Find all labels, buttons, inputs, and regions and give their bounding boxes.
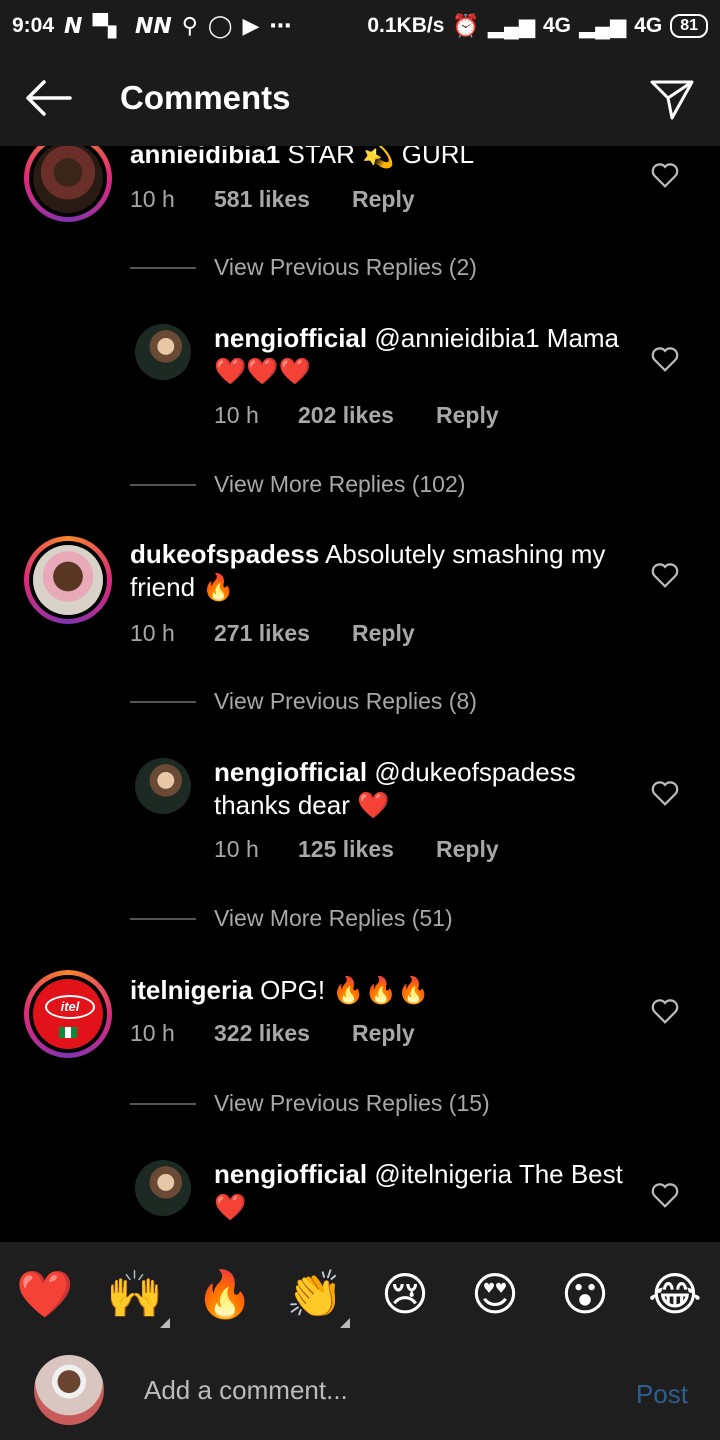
- comment-username[interactable]: itelnigeria: [130, 975, 253, 1005]
- avatar[interactable]: [135, 324, 191, 380]
- heart-eyes-emoji-button[interactable]: 😍: [465, 1264, 525, 1324]
- user-avatar: [34, 1355, 104, 1425]
- send-icon[interactable]: [648, 74, 696, 122]
- comment-text: annieidibia1 STAR 💫 GURL: [130, 146, 630, 171]
- like-count[interactable]: 202 likes: [298, 402, 436, 429]
- signal-icon: ▂▄▆: [487, 14, 535, 38]
- view-previous-replies[interactable]: View Previous Replies (15): [130, 1090, 490, 1117]
- fire-emoji-button[interactable]: 🔥: [195, 1264, 255, 1324]
- heart-icon[interactable]: [650, 160, 680, 190]
- like-count[interactable]: 125 likes: [298, 836, 436, 863]
- whatsapp-icon: ◯: [207, 13, 233, 38]
- avatar[interactable]: [135, 1160, 191, 1216]
- skin-tone-indicator: [340, 1318, 350, 1328]
- heart-icon[interactable]: [650, 996, 680, 1026]
- reply-text: nengiofficial @annieidibia1 Mama ❤️❤️❤️: [214, 323, 620, 386]
- comments-feed[interactable]: annieidibia1 STAR 💫 GURL 10 h 581 likes …: [0, 146, 720, 1242]
- avatar[interactable]: [24, 536, 112, 624]
- nigeria-flag-icon: [59, 1027, 77, 1038]
- fire-emoji: 🔥🔥🔥: [332, 975, 430, 1005]
- crying-emoji-button[interactable]: 😢: [375, 1264, 435, 1324]
- reply-text: nengiofficial @itelnigeria The Best ❤️: [214, 1159, 623, 1222]
- comment-time: 10 h: [130, 186, 175, 212]
- reply-text: nengiofficial @dukeofspadess thanks dear…: [214, 757, 576, 820]
- reply-button[interactable]: Reply: [352, 186, 415, 213]
- comment-time: 10 h: [130, 1020, 175, 1046]
- post-button[interactable]: Post: [636, 1379, 688, 1410]
- mention[interactable]: @annieidibia1: [374, 323, 539, 353]
- heart-icon[interactable]: [650, 344, 680, 374]
- comment-time: 10 h: [130, 620, 175, 646]
- add-user-icon: ⚲: [181, 13, 198, 38]
- youtube-icon: ▶: [242, 13, 260, 38]
- comment-username[interactable]: annieidibia1: [130, 146, 280, 169]
- reply-time: 10 h: [214, 836, 259, 862]
- comment-meta: 10 h 271 likes Reply: [130, 620, 415, 647]
- reply-meta: 10 h 125 likes Reply: [214, 836, 499, 863]
- notification-icon: 𝙉𝙉: [134, 13, 172, 38]
- network-type: 4G: [542, 14, 571, 37]
- surprised-emoji-button[interactable]: 😮: [555, 1264, 615, 1324]
- like-count[interactable]: 581 likes: [214, 186, 352, 213]
- fire-emoji: 🔥: [202, 572, 235, 602]
- view-previous-replies[interactable]: View Previous Replies (8): [130, 688, 477, 715]
- battery-indicator: 81: [670, 14, 708, 38]
- comment-text: dukeofspadess Absolutely smashing my fri…: [130, 539, 606, 602]
- reply-time: 10 h: [214, 402, 259, 428]
- avatar[interactable]: [24, 146, 112, 222]
- more-icon: ⋯: [269, 13, 292, 38]
- message-icon: ▀▖: [92, 13, 125, 38]
- back-arrow-icon[interactable]: [24, 78, 72, 118]
- heart-icon[interactable]: [650, 1180, 680, 1210]
- comment-composer: Add a comment... Post: [0, 1342, 720, 1440]
- reply-button[interactable]: Reply: [436, 836, 499, 863]
- network-speed: 0.1KB/s: [367, 14, 445, 37]
- heart-icon[interactable]: [650, 560, 680, 590]
- alarm-icon: ⏰: [452, 13, 480, 38]
- app-bar: Comments: [0, 52, 720, 146]
- reply-button[interactable]: Reply: [352, 620, 415, 647]
- avatar[interactable]: itel: [24, 970, 112, 1058]
- itel-logo: itel: [45, 995, 95, 1019]
- heart-emoji: ❤️: [357, 790, 390, 820]
- comment-meta: 10 h 581 likes Reply: [130, 186, 415, 213]
- comment-input[interactable]: Add a comment...: [144, 1375, 348, 1406]
- reply-username[interactable]: nengiofficial: [214, 757, 367, 787]
- heart-icon[interactable]: [650, 778, 680, 808]
- laughing-emoji-button[interactable]: 😂: [645, 1264, 705, 1324]
- comment-username[interactable]: dukeofspadess: [130, 539, 319, 569]
- view-previous-replies[interactable]: View Previous Replies (2): [130, 254, 477, 281]
- sparkle-emoji: 💫: [362, 146, 395, 169]
- comment-meta: 10 h 322 likes Reply: [130, 1020, 415, 1047]
- heart-emoji: ❤️❤️❤️: [214, 356, 312, 386]
- like-count[interactable]: 271 likes: [214, 620, 352, 647]
- status-bar: 9:04 𝙉 ▀▖ 𝙉𝙉 ⚲ ◯ ▶ ⋯ 0.1KB/s ⏰ ▂▄▆ 4G ▂▄…: [0, 0, 720, 52]
- raised-hands-emoji-button[interactable]: 🙌: [105, 1264, 165, 1324]
- mention[interactable]: @dukeofspadess: [374, 757, 575, 787]
- network-type: 4G: [634, 14, 663, 37]
- clock: 9:04: [12, 14, 55, 37]
- reply-username[interactable]: nengiofficial: [214, 1159, 367, 1189]
- page-title: Comments: [120, 79, 291, 116]
- view-more-replies[interactable]: View More Replies (102): [130, 471, 465, 498]
- notification-icon: 𝙉: [64, 13, 83, 38]
- signal-icon: ▂▄▆: [579, 14, 627, 38]
- skin-tone-indicator: [160, 1318, 170, 1328]
- clapping-emoji-button[interactable]: 👏: [285, 1264, 345, 1324]
- reply-button[interactable]: Reply: [436, 402, 499, 429]
- reply-button[interactable]: Reply: [352, 1020, 415, 1047]
- reply-meta: 10 h 202 likes Reply: [214, 402, 499, 429]
- view-more-replies[interactable]: View More Replies (51): [130, 905, 453, 932]
- like-count[interactable]: 322 likes: [214, 1020, 352, 1047]
- reply-username[interactable]: nengiofficial: [214, 323, 367, 353]
- mention[interactable]: @itelnigeria: [374, 1159, 512, 1189]
- heart-emoji: ❤️: [214, 1192, 247, 1222]
- heart-emoji-button[interactable]: ❤️: [15, 1264, 75, 1324]
- avatar[interactable]: [135, 758, 191, 814]
- comment-text: itelnigeria OPG! 🔥🔥🔥: [130, 975, 430, 1005]
- emoji-quick-bar: ❤️ 🙌 🔥 👏 😢 😍 😮 😂: [0, 1242, 720, 1342]
